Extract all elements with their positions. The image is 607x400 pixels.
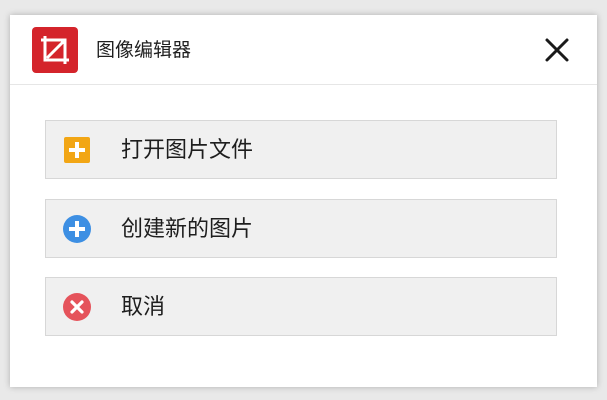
create-new-image-button[interactable]: 创建新的图片 (45, 199, 557, 258)
x-circle-icon (62, 292, 92, 322)
cancel-label: 取消 (121, 295, 166, 320)
dialog-titlebar: 图像编辑器 (10, 15, 597, 85)
app-logo-icon (32, 27, 78, 73)
cancel-button[interactable]: 取消 (45, 277, 557, 336)
close-icon[interactable] (543, 36, 571, 64)
plus-circle-icon (62, 214, 92, 244)
open-image-file-label: 打开图片文件 (121, 138, 254, 163)
create-new-image-label: 创建新的图片 (121, 217, 254, 242)
dialog-title: 图像编辑器 (96, 39, 192, 61)
image-editor-dialog: 图像编辑器 打开图片文件 创建新的图片 取消 (10, 15, 597, 387)
open-image-file-button[interactable]: 打开图片文件 (45, 120, 557, 179)
plus-square-icon (62, 135, 92, 165)
